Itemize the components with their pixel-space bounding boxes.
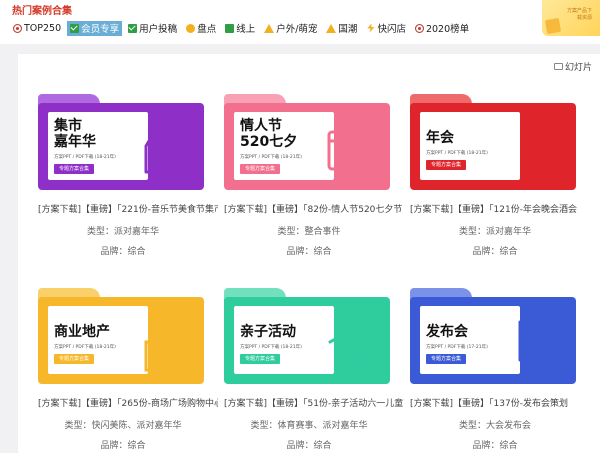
card-brand: 品牌：综合 — [472, 247, 518, 257]
cover-title: 情人节 520七夕 — [240, 118, 298, 150]
parent-child-icon — [328, 317, 370, 370]
calendar-heart-icon — [327, 128, 375, 171]
tag-label: TOP250 — [24, 22, 62, 34]
check-icon — [70, 23, 80, 33]
cover-title: 亲子活动 — [240, 324, 296, 340]
tag-label: 用户投稿 — [139, 24, 178, 35]
card-type: 类型：派对嘉年华 — [458, 227, 531, 237]
tag-label: 会员专享 — [81, 24, 120, 35]
promo-banner[interactable]: 方案产品下 载资源 — [542, 0, 600, 36]
cover-title: 集市 嘉年华 — [54, 118, 96, 150]
cover-title: 年会 — [426, 130, 454, 146]
tag-label: 2020榜单 — [425, 24, 470, 35]
card-cover[interactable]: 情人节 520七夕 方案PPT / PDF下载 (18-21年) 专题方案合集 — [224, 94, 390, 190]
card-type: 类型：体育赛事、派对嘉年华 — [250, 421, 368, 431]
cover-title: 发布会 — [426, 324, 468, 340]
ranking-circle-icon — [13, 23, 22, 33]
case-card[interactable]: 亲子活动 方案PPT / PDF下载 (18-21年) 专题方案合集 [方案下载… — [224, 288, 404, 451]
tag-popup-store[interactable]: 快闪店 — [363, 21, 409, 36]
cover-button: 专题方案合集 — [240, 354, 281, 364]
cover-button: 专题方案合集 — [240, 164, 281, 174]
tag-label: 快闪店 — [377, 24, 406, 35]
card-cover[interactable]: 商业地产 方案PPT / PDF下载 (18-21年) 专题方案合集 — [38, 288, 204, 384]
buildings-icon — [144, 318, 192, 372]
tag-label: 线上 — [236, 24, 256, 35]
tag-label: 盘点 — [197, 24, 217, 35]
card-title[interactable]: [方案下载]【重磅】「82份-情人节520七夕节 — [224, 202, 404, 215]
cover-subtitle: 方案PPT / PDF下载 (18-21年) — [240, 345, 302, 350]
case-card[interactable]: 商业地产 方案PPT / PDF下载 (18-21年) 专题方案合集 [方案下载… — [38, 288, 218, 451]
tag-filter-bar: TOP250 会员专享 用户投稿 盘点 线上 户外/萌宠 国潮 快闪店 2020… — [10, 20, 472, 36]
case-grid-panel: 幻灯片 集市 嘉年华 方案PPT / PDF下载 (18-21年) 专题方案合集… — [18, 54, 600, 453]
card-type: 类型：大会发布会 — [458, 421, 531, 431]
top-bar: 热门案例合集 方案产品下 载资源 TOP250 会员专享 用户投稿 盘点 线上 … — [0, 0, 600, 44]
tag-label: 国潮 — [338, 24, 358, 35]
tag-user-submission[interactable]: 用户投稿 — [125, 21, 180, 36]
case-card[interactable]: 发布会 方案PPT / PDF下载 (17-21年) 专题方案合集 [方案下载]… — [410, 288, 576, 451]
card-brand: 品牌：综合 — [286, 441, 332, 451]
cover-subtitle: 方案PPT / PDF下载 (17-21年) — [426, 345, 488, 350]
coin-icon — [186, 23, 196, 33]
cover-button: 专题方案合集 — [426, 354, 467, 364]
card-brand: 品牌：综合 — [286, 247, 332, 257]
warning-icon — [264, 23, 275, 33]
ranking-circle-icon — [414, 23, 424, 33]
card-cover[interactable]: 亲子活动 方案PPT / PDF下载 (18-21年) 专题方案合集 — [224, 288, 390, 384]
tag-guochao[interactable]: 国潮 — [323, 21, 360, 36]
cover-subtitle: 方案PPT / PDF下载 (18-21年) — [54, 345, 116, 350]
slideshow-button[interactable]: 幻灯片 — [553, 60, 592, 73]
case-card[interactable]: 情人节 520七夕 方案PPT / PDF下载 (18-21年) 专题方案合集 … — [224, 94, 402, 257]
card-type: 类型：派对嘉年华 — [86, 227, 159, 237]
check-icon — [128, 23, 138, 33]
cover-button: 专题方案合集 — [426, 160, 467, 170]
card-type: 类型：快闪美陈、派对嘉年华 — [64, 421, 182, 431]
card-type: 类型：整合事件 — [277, 227, 341, 237]
slideshow-icon — [553, 63, 563, 70]
grid-icon — [225, 23, 235, 33]
card-cover[interactable]: 发布会 方案PPT / PDF下载 (17-21年) 专题方案合集 — [410, 288, 576, 384]
cover-button: 专题方案合集 — [54, 164, 95, 174]
card-title[interactable]: [方案下载]【重磅】「137份-发布会策划 — [410, 396, 590, 409]
card-title[interactable]: [方案下载]【重磅】「265份-商场广场购物中心 — [38, 396, 218, 409]
tag-2020-list[interactable]: 2020榜单 — [412, 21, 472, 36]
card-cover[interactable]: 年会 方案PPT / PDF下载 (18-21年) 专题方案合集 — [410, 94, 576, 190]
cover-subtitle: 方案PPT / PDF下载 (18-21年) — [426, 151, 488, 156]
tag-members-only[interactable]: 会员专享 — [67, 20, 123, 36]
tag-inventory[interactable]: 盘点 — [183, 21, 219, 36]
cover-subtitle: 方案PPT / PDF下载 (18-21年) — [54, 155, 116, 160]
card-title[interactable]: [方案下载]【重磅】「221份-音乐节美食节集市嘉年华 — [38, 202, 218, 215]
warning-icon — [326, 23, 337, 33]
promo-text: 方案产品下 载资源 — [566, 8, 592, 21]
cover-subtitle: 方案PPT / PDF下载 (18-21年) — [240, 155, 302, 160]
tag-outdoor-pets[interactable]: 户外/萌宠 — [261, 21, 320, 36]
slideshow-label: 幻灯片 — [564, 63, 592, 73]
card-title[interactable]: [方案下载]【重磅】「51份-亲子活动六一儿童节亲子 — [224, 396, 404, 409]
party-popper-icon — [522, 128, 562, 172]
cover-button: 专题方案合集 — [54, 354, 95, 364]
beer-icon — [144, 126, 191, 174]
case-card[interactable]: 年会 方案PPT / PDF下载 (18-21年) 专题方案合集 [方案下载]【… — [410, 94, 577, 257]
tag-online[interactable]: 线上 — [222, 21, 258, 36]
promo-box-icon — [544, 17, 562, 35]
card-cover[interactable]: 集市 嘉年华 方案PPT / PDF下载 (18-21年) 专题方案合集 — [38, 94, 204, 190]
card-brand: 品牌：综合 — [100, 247, 146, 257]
bolt-icon — [367, 23, 375, 33]
presentation-board-icon — [518, 320, 563, 371]
cover-title: 商业地产 — [54, 324, 110, 340]
card-brand: 品牌：综合 — [472, 441, 518, 451]
tag-top250[interactable]: TOP250 — [10, 21, 64, 36]
tag-label: 户外/萌宠 — [276, 24, 318, 35]
case-card[interactable]: 集市 嘉年华 方案PPT / PDF下载 (18-21年) 专题方案合集 [方案… — [38, 94, 218, 257]
section-title: 热门案例合集 — [12, 6, 72, 17]
card-brand: 品牌：综合 — [100, 441, 146, 451]
card-title[interactable]: [方案下载]【重磅】「121份-年会晚会酒会 — [410, 202, 590, 215]
